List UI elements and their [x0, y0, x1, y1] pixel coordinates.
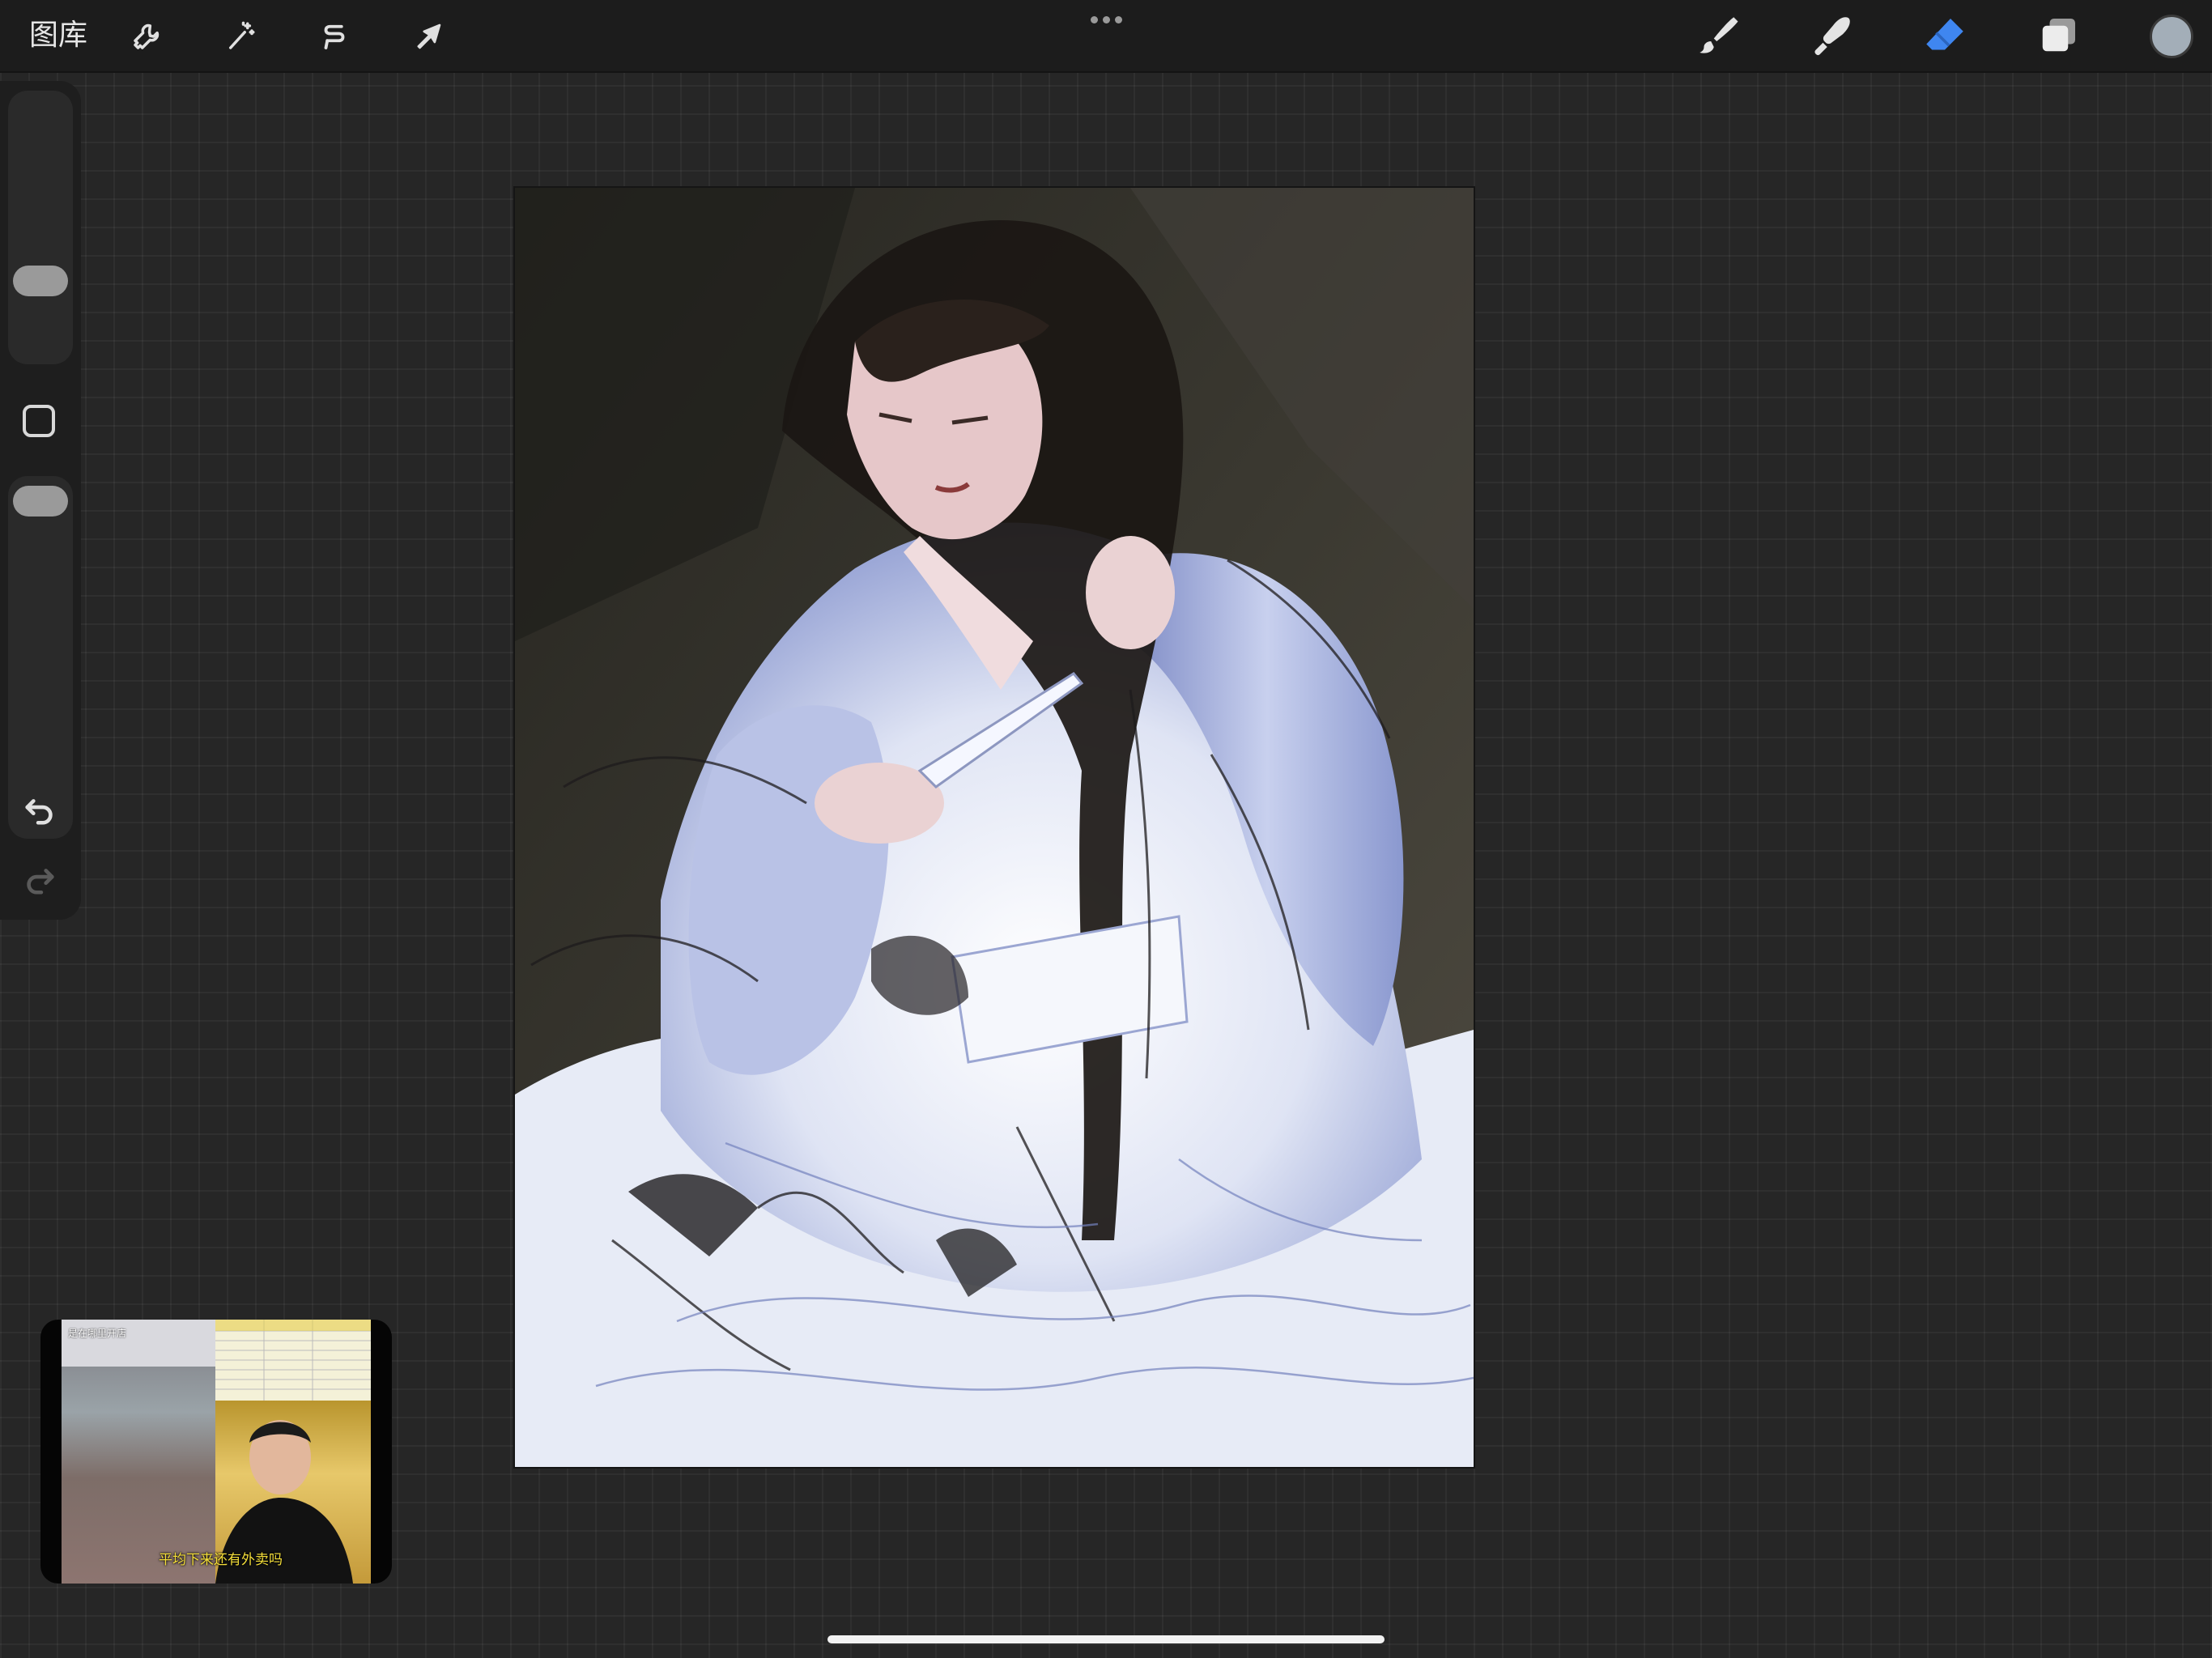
magic-wand-icon[interactable] [217, 13, 264, 60]
redo-arrow-icon[interactable] [18, 857, 62, 900]
gallery-button[interactable]: 图库 [29, 16, 87, 55]
video-subtitle: 平均下来还有外卖吗 [159, 1552, 283, 1568]
top-toolbar: 图库 [0, 0, 2212, 73]
video-frame: 是在哪里开店 平均下来还有外卖吗 [62, 1320, 371, 1584]
smudge-finger-icon[interactable] [1806, 10, 1857, 62]
undo-arrow-icon[interactable] [18, 787, 62, 831]
brush-size-slider[interactable] [8, 91, 73, 364]
canvas-artwork [515, 188, 1474, 1467]
video-overlay-text: 是在哪里开店 [68, 1328, 127, 1339]
selection-s-icon[interactable] [311, 13, 358, 60]
wrench-icon[interactable] [123, 13, 170, 60]
left-sidebar [0, 81, 81, 920]
opacity-slider[interactable] [8, 476, 73, 839]
arrow-cursor-icon[interactable] [405, 13, 452, 60]
eraser-icon[interactable] [1919, 10, 1971, 62]
color-swatch[interactable] [2150, 15, 2193, 58]
brush-icon[interactable] [1692, 10, 1744, 62]
square-icon[interactable] [23, 405, 55, 437]
brush-size-knob[interactable] [13, 266, 68, 296]
ellipsis-icon[interactable] [1089, 11, 1123, 28]
opacity-knob[interactable] [13, 486, 68, 517]
drawing-canvas[interactable] [515, 188, 1474, 1467]
video-data-table [215, 1320, 371, 1402]
picture-in-picture-video[interactable]: 是在哪里开店 平均下来还有外卖吗 [40, 1320, 392, 1584]
layers-icon[interactable] [2032, 10, 2084, 62]
home-indicator[interactable] [827, 1635, 1385, 1643]
